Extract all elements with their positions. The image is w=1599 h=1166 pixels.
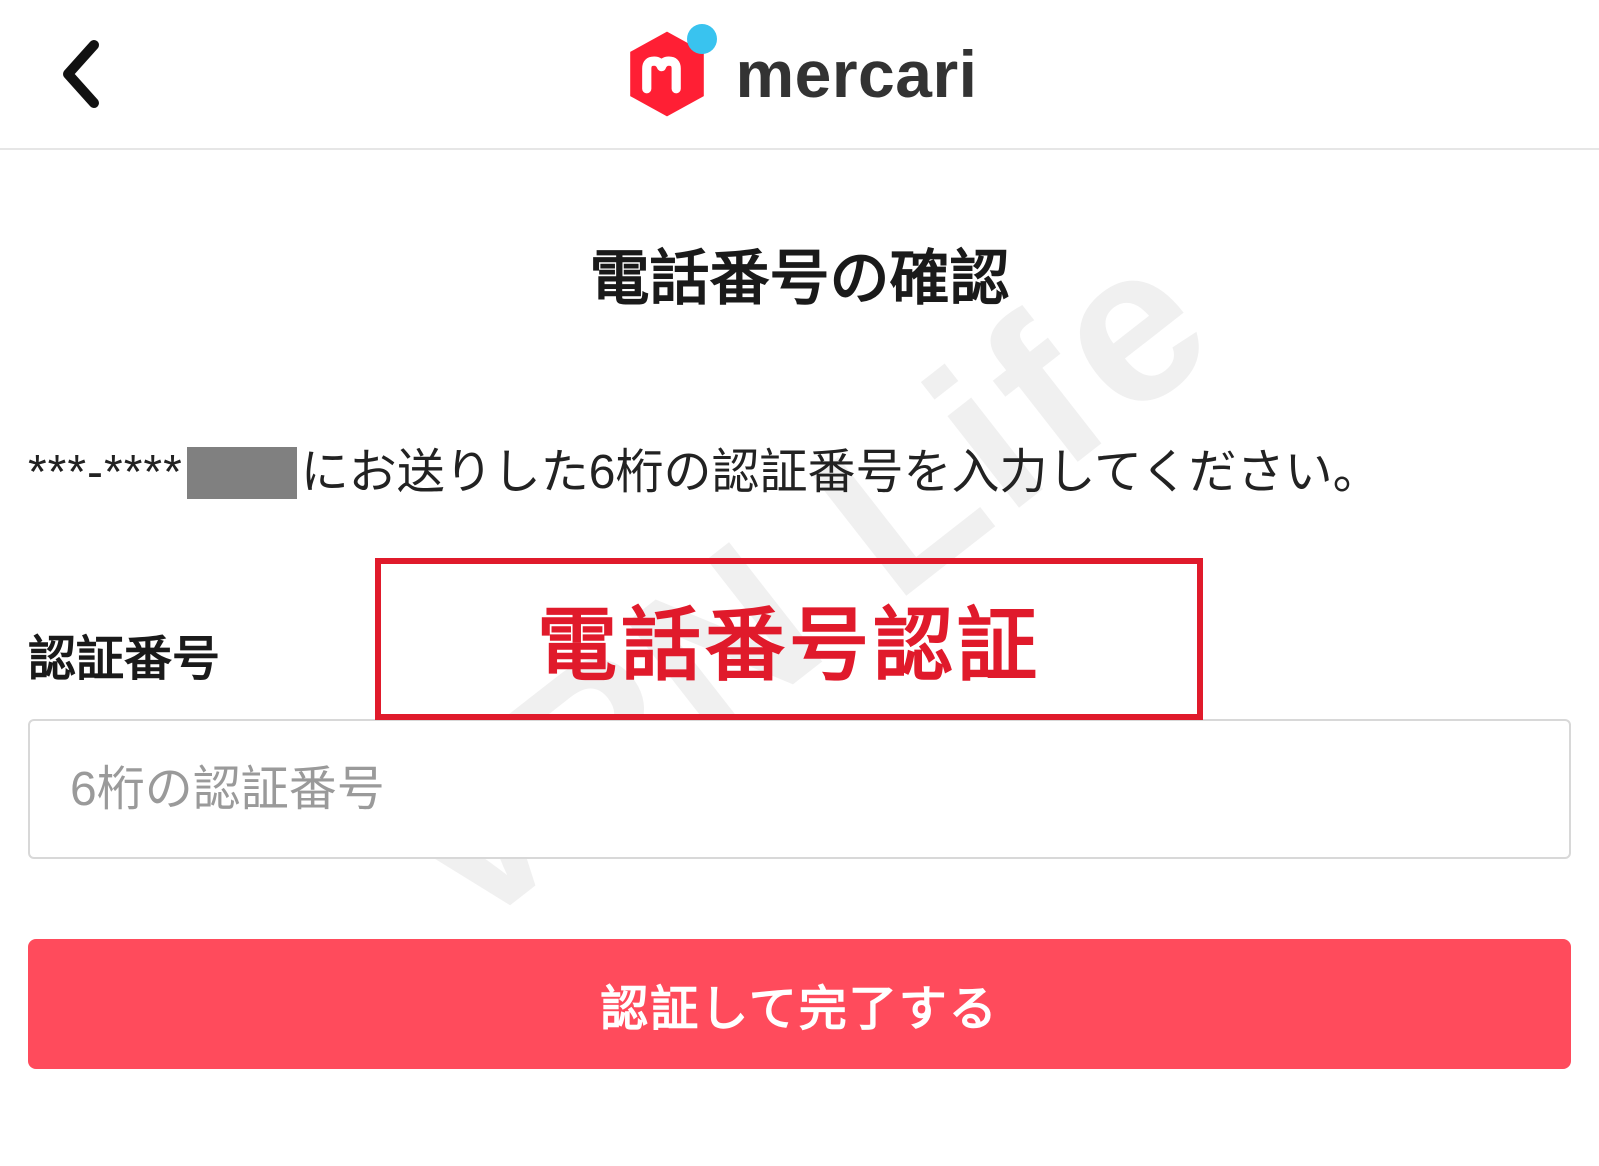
back-button[interactable] — [40, 34, 120, 114]
chevron-left-icon — [58, 39, 102, 109]
page-title: 電話番号の確認 — [28, 230, 1571, 317]
brand-mark-icon — [621, 28, 713, 120]
brand-logo: mercari — [621, 28, 977, 120]
instruction-sentence: にお送りした6桁の認証番号を入力してください。 — [301, 437, 1381, 509]
app-header: mercari — [0, 0, 1599, 150]
verification-code-input[interactable] — [28, 719, 1571, 859]
submit-button[interactable]: 認証して完了する — [28, 939, 1571, 1069]
phone-masked-prefix: ***-**** — [28, 437, 183, 509]
code-field-label: 認証番号 — [28, 619, 1571, 689]
main-content: 電話番号の確認 ***-**** にお送りした6桁の認証番号を入力してください。… — [0, 230, 1599, 1069]
phone-redacted-block — [187, 447, 297, 499]
instruction-text: ***-**** にお送りした6桁の認証番号を入力してください。 — [28, 437, 1571, 509]
brand-name: mercari — [735, 36, 977, 112]
